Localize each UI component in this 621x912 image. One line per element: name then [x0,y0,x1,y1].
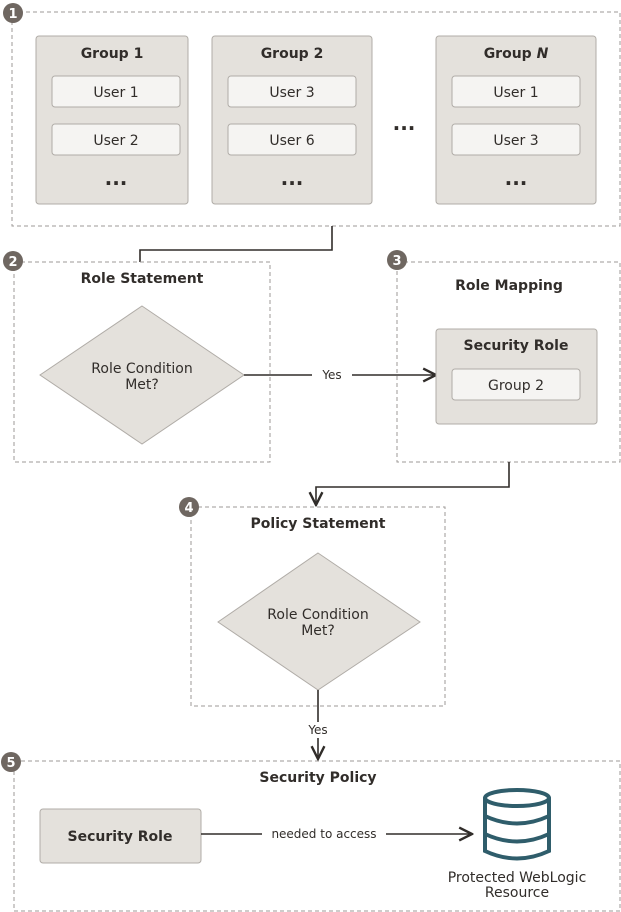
section-title: Policy Statement [251,516,386,532]
user-item: User 3 [269,85,314,101]
security-role-box: Security Role [68,829,173,845]
group-title: Group 2 [261,46,324,62]
step-badge: 2 [8,255,17,270]
more-dots: ... [105,166,128,190]
yes-label: Yes [321,368,341,382]
diamond-text: Role Condition [91,361,192,377]
step-badge: 3 [392,254,401,269]
group-title: Group N [484,46,549,62]
step-badge: 4 [184,501,193,516]
role-mapping-section: Role Mapping Security Role Group 2 3 [387,250,621,463]
yes-label: Yes [307,723,327,737]
resource-label: Resource [485,885,549,901]
step-badge: 1 [8,7,17,22]
group-2: Group 2 User 3 User 6 ... [211,35,373,205]
users-groups-section: Group 1 User 1 User 2 ... Group 2 User 3… [3,3,621,227]
connector [139,226,333,262]
resource-label: Protected WebLogic [448,870,587,886]
group-item: Group 2 [488,378,544,394]
more-groups-dots: ... [393,111,416,135]
role-statement-section: Role Statement Role Condition Met? 2 [3,251,271,463]
more-dots: ... [281,166,304,190]
group-n: Group N User 1 User 3 ... [435,35,597,205]
database-icon [483,788,551,861]
group-title: Group 1 [81,46,144,62]
step-badge: 5 [6,756,15,771]
user-item: User 2 [93,133,138,149]
connector [316,462,510,505]
more-dots: ... [505,166,528,190]
group-1: Group 1 User 1 User 2 ... [35,35,189,205]
policy-statement-section: Policy Statement Role Condition Met? 4 [179,497,446,707]
diamond-text: Met? [125,377,159,393]
security-diagram: Group 1 User 1 User 2 ... Group 2 User 3… [1,3,621,912]
user-item: User 1 [493,85,538,101]
user-item: User 6 [269,133,314,149]
edge-label: needed to access [271,827,376,841]
security-policy-section: Security Policy Security Role needed to … [1,752,621,912]
section-title: Security Policy [259,770,376,786]
user-item: User 3 [493,133,538,149]
user-item: User 1 [93,85,138,101]
diamond-text: Met? [301,623,335,639]
diamond-text: Role Condition [267,607,368,623]
section-title: Role Statement [81,271,204,287]
section-title: Role Mapping [455,278,563,294]
security-role-title: Security Role [464,338,569,354]
